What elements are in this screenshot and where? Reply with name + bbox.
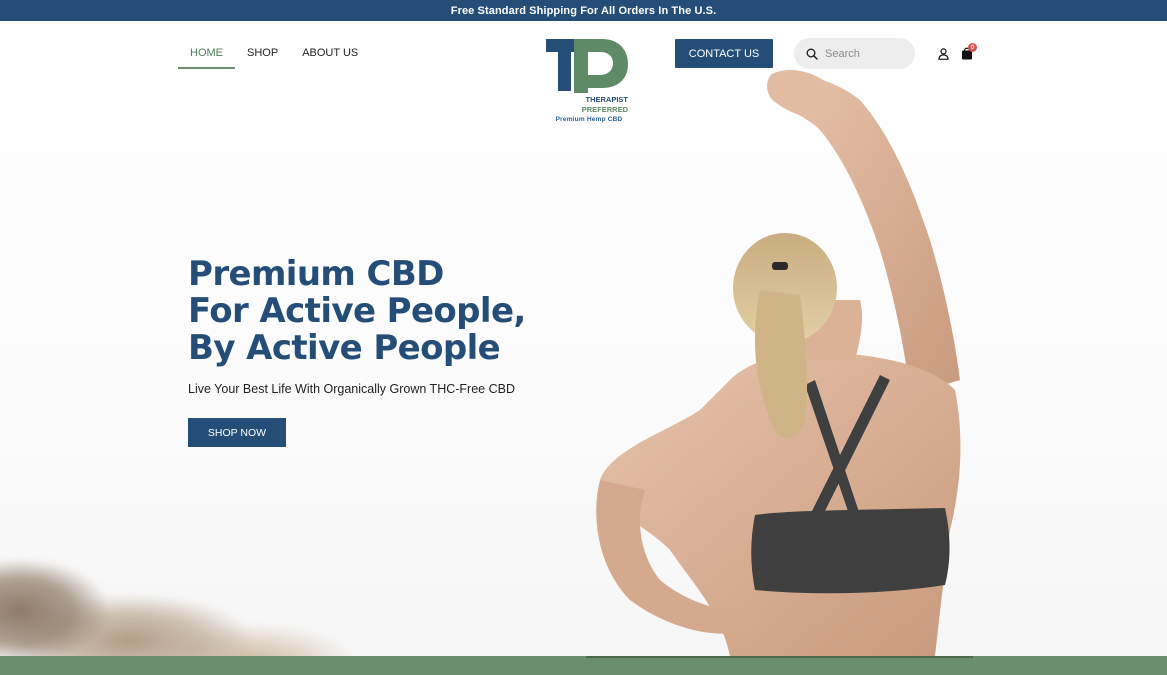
cart-count-badge: 0	[968, 43, 977, 52]
search-icon[interactable]	[806, 48, 818, 60]
hero-headline-line3: By Active People	[188, 328, 501, 368]
site-logo[interactable]: THERAPIST PREFERRED Premium Hemp CBD	[544, 36, 634, 128]
bottom-band-edge	[586, 656, 973, 658]
announcement-bar: Free Standard Shipping For All Orders In…	[0, 0, 1167, 21]
shop-now-button[interactable]: SHOP NOW	[188, 418, 286, 447]
hero-headline-line1: Premium CBD	[188, 254, 444, 294]
logo-line2: PREFERRED	[582, 105, 629, 114]
announcement-text: Free Standard Shipping For All Orders In…	[450, 4, 717, 17]
search-box[interactable]	[794, 38, 915, 69]
contact-us-button[interactable]: CONTACT US	[675, 39, 773, 68]
nav-item-home[interactable]: HOME	[178, 41, 235, 69]
search-input[interactable]	[825, 47, 905, 60]
logo-tagline: Premium Hemp CBD	[555, 116, 623, 123]
hero-headline-line2: For Active People,	[188, 291, 526, 331]
main-nav: HOME SHOP ABOUT US	[178, 41, 370, 69]
rock-image	[0, 531, 380, 656]
nav-item-shop[interactable]: SHOP	[235, 41, 290, 69]
bottom-band	[0, 656, 1167, 675]
hero-headline: Premium CBD For Active People, By Active…	[188, 256, 568, 367]
hero-image-woman-stretching	[596, 69, 961, 656]
logo-mark-icon: THERAPIST PREFERRED	[546, 39, 630, 114]
account-icon[interactable]	[938, 48, 949, 60]
hero-subheadline: Live Your Best Life With Organically Gro…	[188, 382, 515, 396]
logo-line1: THERAPIST	[585, 95, 628, 104]
nav-item-about-us[interactable]: ABOUT US	[290, 41, 370, 69]
